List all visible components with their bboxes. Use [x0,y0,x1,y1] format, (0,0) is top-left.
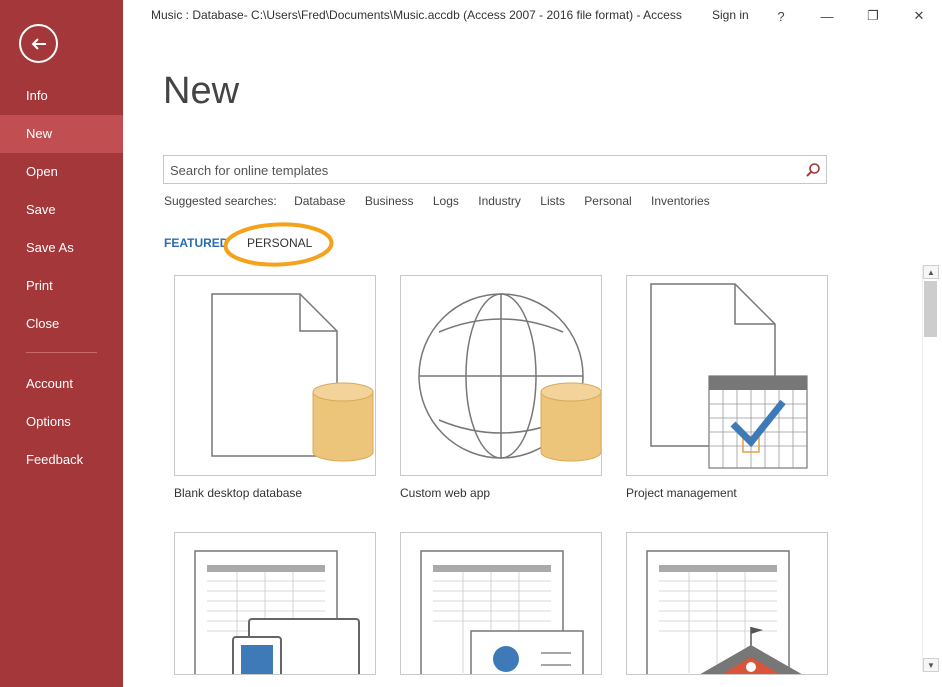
help-button[interactable]: ? [769,4,793,28]
table-contact-card-icon [420,550,584,674]
minimize-icon: — [820,8,834,24]
sidebar-item-account[interactable]: Account [0,365,123,403]
suggested-link-business[interactable]: Business [365,194,414,208]
sidebar-item-info[interactable]: Info [0,77,123,115]
sign-in-link[interactable]: Sign in [712,8,749,22]
vertical-scrollbar[interactable]: ▲ ▼ [922,265,939,672]
template-tile[interactable] [400,532,602,675]
template-label: Blank desktop database [174,486,303,500]
suggested-link-industry[interactable]: Industry [478,194,521,208]
template-custom-web-app[interactable] [400,275,602,476]
suggested-link-logs[interactable]: Logs [433,194,459,208]
search-input[interactable] [170,161,790,179]
back-button[interactable] [19,24,58,63]
restore-button[interactable]: ❐ [861,4,885,28]
template-search-box [163,155,827,184]
help-icon: ? [777,8,785,24]
template-blank-desktop-database[interactable] [174,275,376,476]
close-window-button[interactable]: ✕ [907,4,931,28]
suggested-link-inventories[interactable]: Inventories [651,194,710,208]
sidebar-item-print[interactable]: Print [0,267,123,305]
window-title: Music : Database- C:\Users\Fred\Document… [151,8,682,22]
blank-database-icon [211,293,374,462]
highlight-annotation [223,222,334,267]
back-arrow-icon [31,37,46,50]
sidebar-item-save-as[interactable]: Save As [0,229,123,267]
sidebar-item-save[interactable]: Save [0,191,123,229]
template-project-management[interactable] [626,275,828,476]
sidebar-divider [26,352,97,353]
suggested-link-database[interactable]: Database [294,194,345,208]
chevron-up-icon: ▲ [927,267,935,277]
title-bar: Music : Database- C:\Users\Fred\Document… [123,0,942,32]
suggested-searches: Suggested searches: Database Business Lo… [164,194,726,208]
calendar-check-icon [650,283,808,469]
close-icon: ✕ [913,8,925,23]
suggested-link-personal[interactable]: Personal [584,194,631,208]
template-tile[interactable] [626,532,828,675]
template-tile[interactable] [174,532,376,675]
restore-icon: ❐ [867,8,879,23]
sidebar-item-options[interactable]: Options [0,403,123,441]
globe-database-icon [418,293,601,462]
suggested-link-lists[interactable]: Lists [540,194,565,208]
template-label: Custom web app [400,486,491,500]
suggested-searches-label: Suggested searches: [164,194,277,208]
search-button[interactable] [804,161,822,179]
search-icon [806,163,820,177]
backstage-sidebar: Info New Open Save Save As Print Close A… [0,0,123,687]
sidebar-item-feedback[interactable]: Feedback [0,441,123,479]
sidebar-item-open[interactable]: Open [0,153,123,191]
tab-featured[interactable]: FEATURED [164,236,228,250]
table-device-icon [194,550,360,674]
template-label: Project management [626,486,737,500]
sidebar-item-new[interactable]: New [0,115,123,153]
chevron-down-icon: ▼ [927,660,935,670]
scroll-down-button[interactable]: ▼ [923,658,939,672]
minimize-button[interactable]: — [815,4,839,28]
scroll-thumb[interactable] [924,281,937,337]
table-school-icon [646,550,802,674]
sidebar-item-close[interactable]: Close [0,305,123,343]
page-title: New [163,70,240,112]
scroll-up-button[interactable]: ▲ [923,265,939,279]
